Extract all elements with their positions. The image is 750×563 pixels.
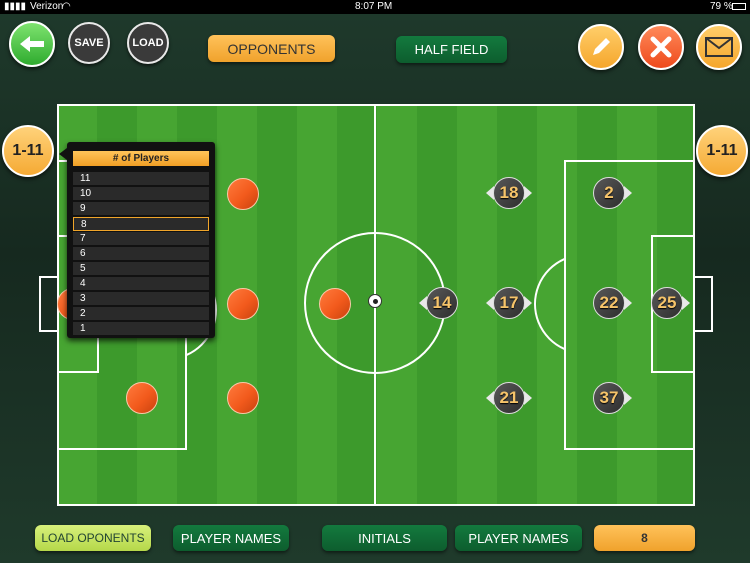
player-count-field[interactable]: 8 [594,525,695,551]
opponents-button[interactable]: OPPONENTS [208,35,335,62]
player-count-option[interactable]: 11 [73,172,209,186]
player-count-option[interactable]: 7 [73,232,209,246]
player-names-right-button[interactable]: PLAYER NAMES [455,525,582,551]
opponent-count-badge[interactable]: 1-11 [2,125,54,177]
right-goal [693,276,713,332]
clock-label: 8:07 PM [355,1,393,12]
popup-title: # of Players [73,151,209,166]
opponent-marker[interactable] [319,288,351,320]
player-count-option[interactable]: 3 [73,292,209,306]
team-player-marker[interactable]: 17 [486,287,532,319]
carrier-label: Verizon [30,1,64,12]
signal-icon: ▮▮▮▮ [4,1,27,12]
soccer-ball-icon[interactable] [368,294,382,308]
wifi-icon: ◠ [62,1,71,12]
opponent-marker[interactable] [227,288,259,320]
left-goal [39,276,59,332]
team-player-marker[interactable]: 14 [419,287,465,319]
initials-button[interactable]: INITIALS [322,525,447,551]
player-names-left-button[interactable]: PLAYER NAMES [173,525,289,551]
team-player-marker[interactable]: 25 [644,287,690,319]
arrow-left-icon [20,36,44,52]
team-player-marker[interactable]: 18 [486,177,532,209]
popup-pointer [59,148,67,160]
delete-button[interactable] [638,24,684,70]
player-number: 21 [499,388,519,407]
back-button[interactable] [9,21,55,67]
opponent-marker[interactable] [227,178,259,210]
player-count-option[interactable]: 9 [73,202,209,216]
email-button[interactable] [696,24,742,70]
player-number: 17 [499,293,519,312]
load-opponents-button[interactable]: LOAD OPONENTS [35,525,151,551]
pencil-icon [593,38,610,55]
player-count-option-selected[interactable]: 8 [73,217,209,231]
team-count-badge[interactable]: 1-11 [696,125,748,177]
player-number: 14 [432,293,452,312]
player-count-option[interactable]: 5 [73,262,209,276]
team-player-marker[interactable]: 2 [586,177,632,209]
player-number: 2 [604,183,614,202]
team-player-marker[interactable]: 22 [586,287,632,319]
player-number: 18 [499,183,519,202]
player-count-option[interactable]: 4 [73,277,209,291]
battery-icon [732,3,746,10]
player-count-option[interactable]: 10 [73,187,209,201]
team-player-marker[interactable]: 37 [586,382,632,414]
envelope-icon [705,37,733,57]
player-number: 25 [657,293,677,312]
player-number: 37 [599,388,619,407]
player-count-option[interactable]: 2 [73,307,209,321]
player-count-option[interactable]: 1 [73,322,209,336]
load-button[interactable]: LOAD [127,22,169,64]
x-icon [650,36,672,58]
player-count-popup: # of Players 11 10 9 8 7 6 5 4 3 2 1 [59,142,215,338]
team-player-marker[interactable]: 21 [486,382,532,414]
player-number: 22 [599,293,619,312]
opponent-marker[interactable] [126,382,158,414]
opponent-marker[interactable] [227,382,259,414]
battery-label: 79 % [710,1,733,12]
status-bar: ▮▮▮▮ Verizon ◠ 8:07 PM 79 % [0,0,750,14]
half-field-button[interactable]: HALF FIELD [396,36,507,63]
save-button[interactable]: SAVE [68,22,110,64]
player-count-option[interactable]: 6 [73,247,209,261]
edit-button[interactable] [578,24,624,70]
